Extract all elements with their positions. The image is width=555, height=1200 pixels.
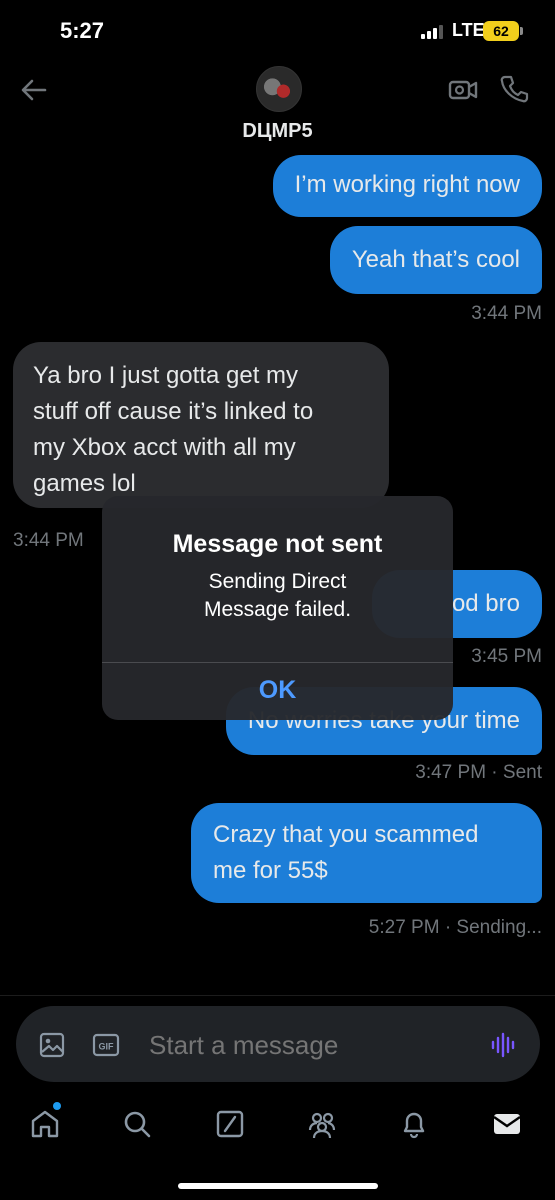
back-arrow-icon[interactable] — [18, 74, 50, 106]
sent-message-bubble[interactable]: Yeah that’s cool — [329, 226, 542, 294]
phone-call-icon[interactable] — [499, 74, 529, 104]
composer-divider — [0, 995, 555, 996]
home-icon[interactable] — [29, 1108, 61, 1140]
received-message-bubble[interactable]: Ya bro I just gotta get my stuff off cau… — [13, 342, 389, 508]
message-line: stuff off cause it’s linked to — [33, 398, 314, 425]
alert-ok-button[interactable]: OK — [102, 663, 453, 720]
message-input[interactable] — [149, 1026, 449, 1064]
sent-message-bubble[interactable]: I’m working right now — [272, 155, 542, 217]
communities-icon[interactable] — [306, 1108, 338, 1140]
status-time: 5:27 — [60, 18, 105, 43]
message-line: Ya bro I just gotta get my — [33, 362, 299, 389]
messages-icon[interactable] — [491, 1108, 523, 1140]
message-text: I’m working right now — [294, 171, 520, 198]
home-indicator — [178, 1183, 378, 1189]
cellular-signal-icon — [421, 25, 443, 39]
message-line: my Xbox acct with all my — [33, 434, 296, 461]
video-call-icon[interactable] — [447, 74, 479, 106]
message-timestamp: 5:27 PM · Sending... — [368, 917, 542, 938]
alert-message-line: Sending Direct — [208, 570, 347, 593]
search-icon[interactable] — [121, 1108, 153, 1140]
message-not-sent-alert: Message not sent Sending Direct Message … — [102, 496, 453, 720]
message-line: me for 55$ — [213, 857, 328, 884]
battery-level: 62 — [483, 21, 519, 41]
grok-icon[interactable] — [214, 1108, 246, 1140]
alert-message-line: Message failed. — [203, 598, 352, 621]
conversation-username[interactable]: DЦMP5 — [0, 120, 555, 143]
message-text: Yeah that’s cool — [351, 246, 520, 273]
svg-text:GIF: GIF — [99, 1042, 115, 1052]
notifications-icon[interactable] — [398, 1108, 430, 1140]
message-timestamp: 3:45 PM — [471, 646, 542, 667]
message-timestamp: 3:47 PM · Sent — [415, 762, 542, 783]
alert-message: Sending Direct Message failed. — [102, 568, 453, 624]
message-line: Crazy that you scammed — [213, 821, 479, 848]
battery-cap — [520, 27, 523, 35]
network-type: LTE — [452, 20, 485, 40]
notification-dot — [53, 1102, 61, 1110]
avatar[interactable] — [256, 66, 302, 112]
voice-icon[interactable] — [490, 1032, 516, 1058]
message-text: od bro — [451, 590, 520, 617]
sent-message-bubble[interactable]: Crazy that you scammed me for 55$ — [191, 803, 542, 903]
gif-icon[interactable]: GIF — [92, 1031, 120, 1059]
image-icon[interactable] — [38, 1031, 66, 1059]
message-timestamp: 3:44 PM — [13, 530, 84, 551]
alert-title: Message not sent — [172, 530, 383, 558]
message-timestamp: 3:44 PM — [471, 303, 542, 324]
